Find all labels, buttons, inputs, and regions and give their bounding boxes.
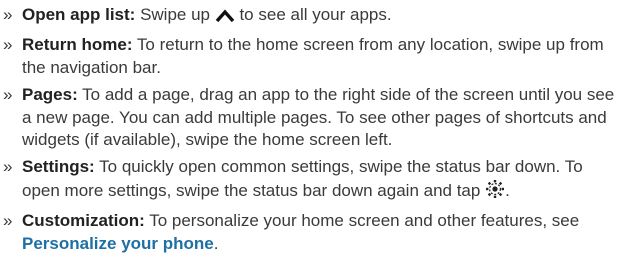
term-customization: Customization: (22, 211, 145, 231)
instruction-list: » Open app list: Swipe up to see all you… (0, 0, 621, 255)
item-text: to see all your apps. (234, 5, 392, 24)
term-return-home: Return home: (22, 35, 133, 55)
bullet-marker: » (3, 85, 13, 105)
list-item-pages: » Pages: To add a page, drag an app to t… (0, 84, 621, 151)
bullet-marker: » (3, 211, 13, 231)
bullet-marker: » (3, 5, 13, 24)
item-text: To personalize your home screen and othe… (144, 211, 580, 231)
item-text: Swipe up (135, 5, 215, 24)
bullet-marker: » (3, 157, 13, 177)
settings-gear-icon (485, 179, 505, 205)
personalize-your-phone-link[interactable]: Personalize your phone (22, 234, 214, 253)
list-item-open-app-list: » Open app list: Swipe up to see all you… (0, 4, 621, 29)
bullet-marker: » (3, 35, 13, 55)
item-text: . (213, 233, 219, 253)
list-item-settings: » Settings: To quickly open common setti… (0, 156, 621, 205)
term-open-app-list: Open app list: (22, 5, 136, 24)
list-item-return-home: » Return home: To return to the home scr… (0, 34, 621, 79)
chevron-up-icon (215, 7, 235, 29)
term-pages: Pages: (22, 85, 78, 105)
list-item-customization: » Customization: To personalize your hom… (0, 210, 621, 255)
item-text: . (505, 180, 510, 200)
term-settings: Settings: (22, 157, 95, 177)
item-text: To add a page, drag an app to the right … (22, 85, 615, 150)
